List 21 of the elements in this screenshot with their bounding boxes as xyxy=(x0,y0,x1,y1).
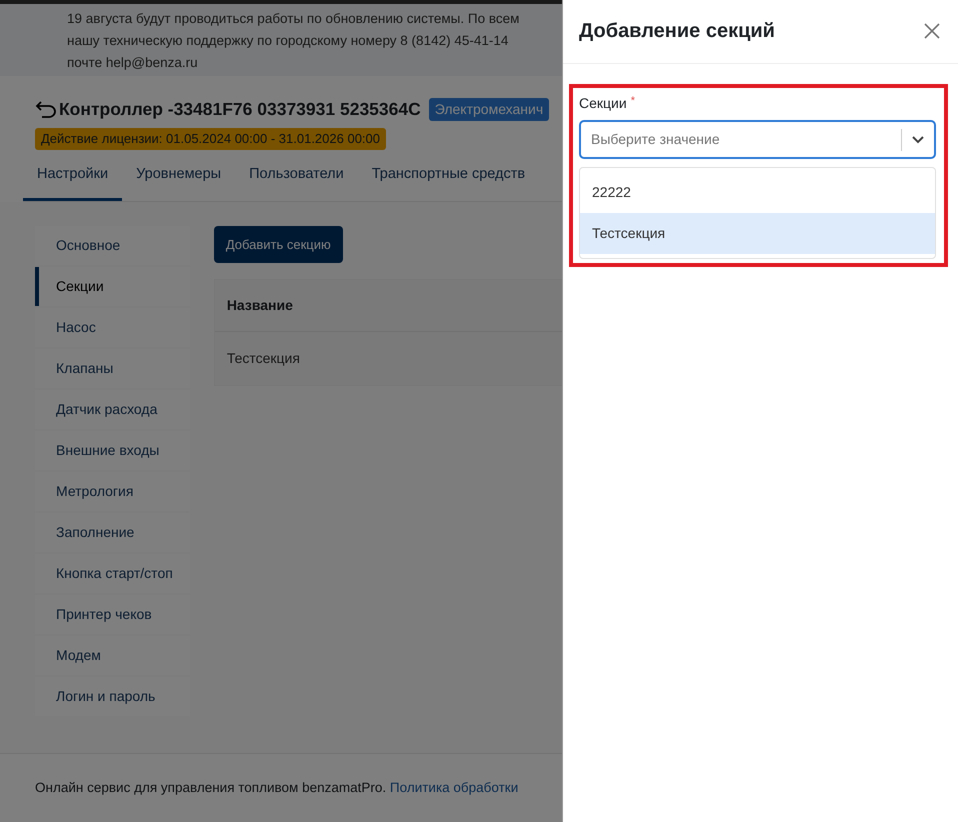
page-title: Контроллер -33481F76 03373931 5235364C xyxy=(59,98,421,121)
back-arrow-icon[interactable] xyxy=(35,100,57,118)
section-select[interactable]: Выберите значение xyxy=(579,120,936,159)
dropdown-option[interactable]: 22222 xyxy=(580,172,935,213)
chevron-down-icon[interactable] xyxy=(912,136,924,144)
required-marker: * xyxy=(630,95,635,107)
table-cell-text: Тестсекция xyxy=(226,349,301,368)
notice-text: почте help@benza.ru xyxy=(67,54,198,72)
notice-text: нашу техническую поддержку по городскому номеру 8 (8142) 45-41-14 xyxy=(67,32,508,50)
footer-text: Онлайн сервис для управления топливом benzamatPro. xyxy=(35,780,386,795)
panel-title: Добавление секций xyxy=(579,18,775,42)
dropdown-option[interactable]: Тестсекция xyxy=(580,213,935,254)
privacy-policy-link[interactable]: Политика обработки xyxy=(390,780,518,795)
license-badge: Действие лицензии: 01.05.2024 00:00 - 31.01.2026 00:00 xyxy=(35,128,386,150)
field-label: Секции xyxy=(579,95,627,111)
type-badge: Электромеханич xyxy=(428,98,550,121)
tab[interactable]: Транспортные средств xyxy=(358,156,540,200)
add-section-button[interactable]: Добавить секцию xyxy=(214,226,343,263)
tab[interactable]: Пользователи xyxy=(235,156,358,200)
notice-text: 19 августа будут проводиться работы по обновлению системы. По всем xyxy=(67,10,520,28)
tab[interactable]: Уровнемеры xyxy=(122,156,236,200)
